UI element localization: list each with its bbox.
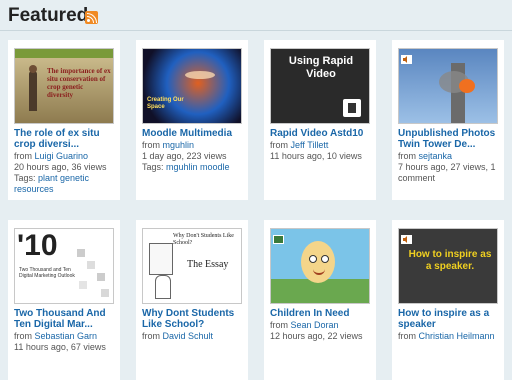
section-title: Featured	[8, 5, 89, 26]
thumbnail-caption: Using Rapid Video	[288, 55, 354, 80]
tags-line: Tags: plant genetic resources	[14, 173, 90, 194]
presentation-title[interactable]: How to inspire as a speaker	[398, 308, 502, 330]
thumbnail[interactable]: Creating Our Space	[142, 48, 242, 124]
presentation-title[interactable]: Rapid Video Astd10	[270, 128, 374, 139]
author-link[interactable]: Luigi Guarino	[35, 151, 89, 161]
author-link[interactable]: Christian Heilmann	[419, 331, 495, 341]
author-link[interactable]: Jeff Tillett	[291, 140, 329, 150]
thumbnail[interactable]: Why Don't Students Like School? The Essa…	[142, 228, 242, 304]
presentation-card: Unpublished Photos Twin Tower De... from…	[392, 40, 504, 200]
author-line: from Luigi Guarino	[14, 151, 89, 161]
stats: 1 day ago, 223 views	[142, 151, 227, 161]
author-line: from Christian Heilmann	[398, 331, 495, 341]
author-link[interactable]: mguhlin	[163, 140, 195, 150]
thumbnail[interactable]: The importance of ex situ conservation o…	[14, 48, 114, 124]
author-line: from sejtanka	[398, 151, 453, 161]
author-link[interactable]: sejtanka	[419, 151, 453, 161]
presentation-type-icon	[273, 231, 284, 244]
author-line: from Sebastian Garn	[14, 331, 98, 341]
thumbnail-caption: The importance of ex situ conservation o…	[47, 67, 111, 99]
stats: 11 hours ago, 67 views	[14, 342, 106, 352]
presentation-card: How to inspire as a speaker. How to insp…	[392, 220, 504, 380]
author-line: from Sean Doran	[270, 320, 339, 330]
presentation-title[interactable]: Why Dont Students Like School?	[142, 308, 246, 330]
presentation-title[interactable]: The role of ex situ crop diversi...	[14, 128, 118, 150]
thumbnail[interactable]: How to inspire as a speaker.	[398, 228, 498, 304]
thumbnail-caption: Creating Our Space	[147, 97, 184, 110]
author-line: from mguhlin	[142, 140, 195, 150]
thumbnail[interactable]: Using Rapid Video	[270, 48, 370, 124]
author-link[interactable]: Sebastian Garn	[35, 331, 98, 341]
stats: 12 hours ago, 22 views	[270, 331, 363, 341]
thumbnail-caption: The Essay	[187, 259, 229, 270]
stats: 20 hours ago, 36 views	[14, 162, 107, 172]
author-link[interactable]: Sean Doran	[291, 320, 339, 330]
presentation-card: Using Rapid Video Rapid Video Astd10 fro…	[264, 40, 376, 200]
audio-icon	[401, 231, 412, 244]
presentation-card: Why Don't Students Like School? The Essa…	[136, 220, 248, 380]
author-link[interactable]: David Schult	[163, 331, 214, 341]
author-line: from David Schult	[142, 331, 214, 341]
thumbnail-caption: How to inspire as a speaker.	[408, 249, 492, 272]
tags-line: Tags: mguhlin moodle	[142, 162, 230, 172]
stats: 7 hours ago, 27 views, 1 comment	[398, 162, 496, 183]
presentation-card: Creating Our Space Moodle Multimedia fro…	[136, 40, 248, 200]
presentation-card: '10 Two Thousand and Ten Digital Marketi…	[8, 220, 120, 380]
tag-link[interactable]: mguhlin moodle	[166, 162, 230, 172]
thumbnail-heading: Why Don't Students Like School?	[173, 233, 234, 246]
audio-icon	[401, 51, 412, 64]
presentation-title[interactable]: Two Thousand And Ten Digital Mar...	[14, 308, 118, 330]
thumbnail-big-text: '10	[17, 229, 58, 262]
presentation-card: The importance of ex situ conservation o…	[8, 40, 120, 200]
presentation-title[interactable]: Moodle Multimedia	[142, 128, 246, 139]
rss-feed-icon[interactable]	[85, 11, 98, 24]
thumbnail[interactable]: '10 Two Thousand and Ten Digital Marketi…	[14, 228, 114, 304]
author-line: from Jeff Tillett	[270, 140, 329, 150]
presentation-title[interactable]: Unpublished Photos Twin Tower De...	[398, 128, 502, 150]
thumbnail-caption: Two Thousand and Ten Digital Marketing O…	[19, 267, 75, 279]
thumbnail[interactable]	[270, 228, 370, 304]
stats: 11 hours ago, 10 views	[270, 151, 362, 161]
presentation-card: Children In Need from Sean Doran 12 hour…	[264, 220, 376, 380]
header-divider	[0, 30, 512, 31]
thumbnail[interactable]	[398, 48, 498, 124]
presentation-title[interactable]: Children In Need	[270, 308, 374, 319]
